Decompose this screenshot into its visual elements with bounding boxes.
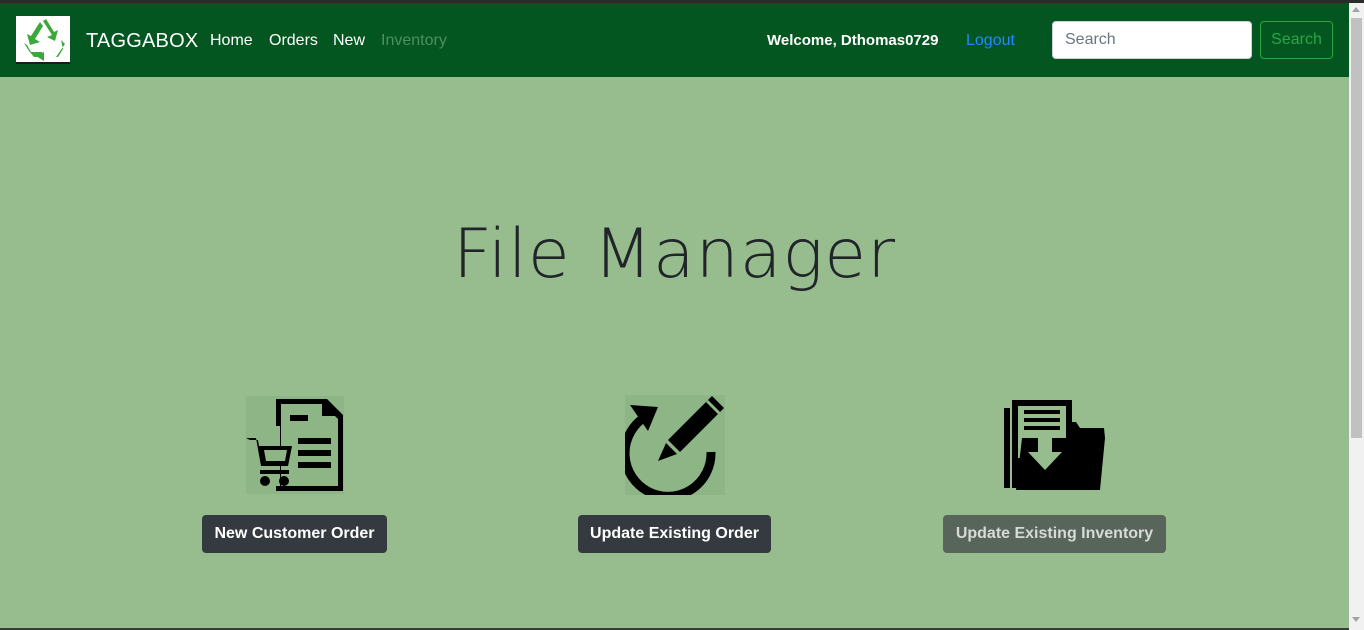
new-customer-order-button[interactable]: New Customer Order — [202, 515, 387, 553]
edit-refresh-icon — [625, 395, 725, 495]
scroll-down-arrow-icon[interactable] — [1352, 617, 1360, 622]
search-input[interactable] — [1052, 21, 1252, 59]
page-title: File Manager — [452, 215, 897, 294]
logout-link[interactable]: Logout — [966, 31, 1015, 51]
nav-link-inventory: Inventory — [381, 32, 447, 49]
logo[interactable] — [16, 16, 70, 64]
scroll-thumb[interactable] — [1351, 18, 1362, 438]
welcome-text: Welcome, Dthomas0729 — [767, 32, 939, 49]
page-scrollbar[interactable] — [1349, 3, 1364, 630]
recycle-icon — [24, 19, 65, 61]
update-existing-order-button[interactable]: Update Existing Order — [578, 515, 771, 553]
shopping-cart-document-icon — [246, 396, 344, 494]
nav-link-home[interactable]: Home — [210, 31, 253, 51]
nav-link-new[interactable]: New — [333, 31, 365, 51]
update-existing-inventory-button: Update Existing Inventory — [943, 515, 1166, 553]
folder-download-icon — [1004, 398, 1106, 492]
navbar: TAGGABOX Home Orders New Inventory Welco… — [0, 3, 1349, 77]
brand-name[interactable]: TAGGABOX — [86, 30, 198, 52]
scroll-up-arrow-icon[interactable] — [1352, 7, 1360, 12]
search-button[interactable]: Search — [1260, 21, 1333, 59]
nav-link-orders[interactable]: Orders — [269, 31, 318, 51]
